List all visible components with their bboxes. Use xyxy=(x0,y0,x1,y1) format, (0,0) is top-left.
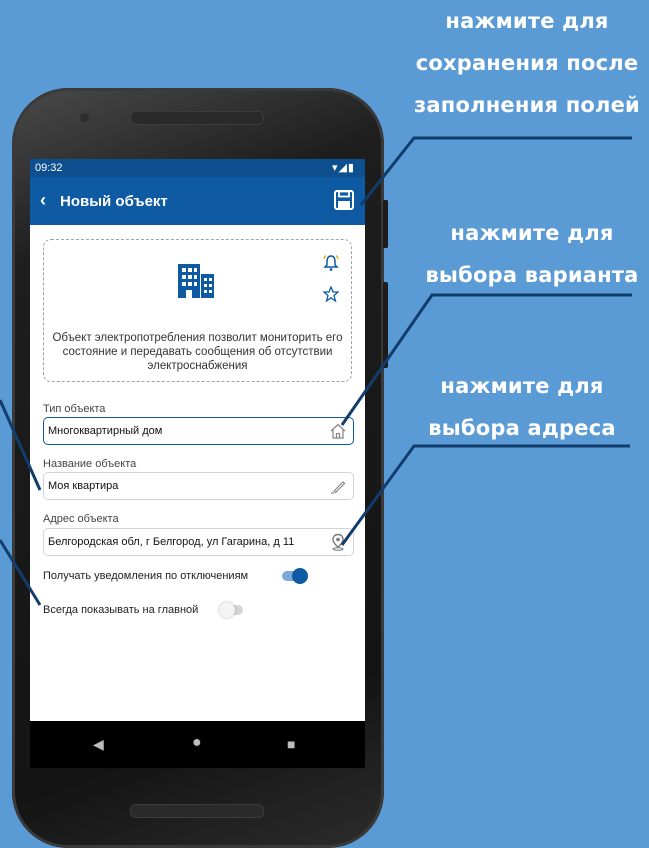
name-pointer-line xyxy=(0,399,42,491)
type-pointer-line xyxy=(340,293,632,426)
address-pointer-line xyxy=(340,444,630,546)
save-pointer-line xyxy=(359,136,632,206)
callout-lines xyxy=(0,136,632,606)
show-main-pointer-line xyxy=(0,539,42,606)
